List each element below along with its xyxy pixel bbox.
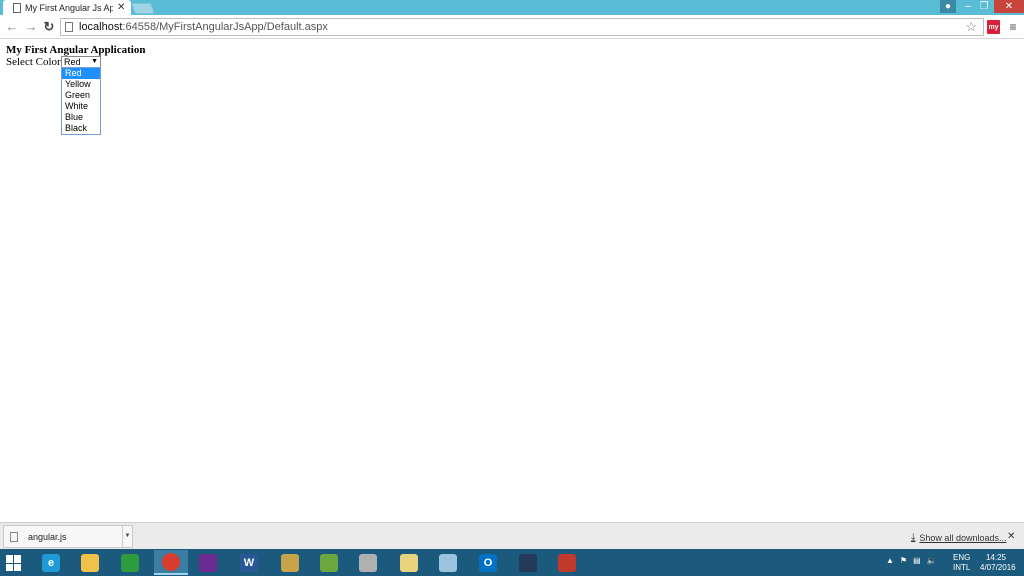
url-text[interactable]: localhost:64558/MyFirstAngularJsApp/Defa…	[79, 21, 328, 33]
system-tray: ▲ ⚑ ▤ 🔈	[886, 556, 943, 565]
url-path: :64558/MyFirstAngularJsApp/Default.aspx	[122, 21, 328, 33]
option-blue[interactable]: Blue	[62, 112, 100, 123]
option-white[interactable]: White	[62, 101, 100, 112]
close-icon[interactable]: ✕	[1007, 531, 1015, 542]
clock-time: 14:25	[985, 553, 1007, 562]
search-tool-icon	[359, 553, 377, 572]
network-icon[interactable]: ▤	[913, 556, 921, 565]
menu-icon[interactable]: ≡	[1007, 20, 1019, 34]
new-tab-button[interactable]	[130, 3, 156, 14]
store-icon	[121, 553, 139, 572]
selected-value: Red	[64, 57, 81, 67]
taskbar-app-notes[interactable]	[431, 550, 465, 575]
taskbar-app-paint[interactable]	[312, 550, 346, 575]
taskbar-app-search-tool[interactable]	[351, 550, 385, 575]
language-indicator[interactable]: ENG INTL	[953, 553, 970, 573]
back-arrow-icon[interactable]: ←	[4, 19, 20, 35]
taskbar-app-visual-studio[interactable]	[191, 550, 225, 575]
taskbar-app-app-dark[interactable]	[511, 550, 545, 575]
outlook-icon: O	[479, 553, 497, 572]
page-title: My First Angular Application	[6, 44, 146, 56]
url-host: localhost	[79, 21, 123, 33]
taskbar: eWO	[0, 549, 1024, 576]
close-icon[interactable]: ✕	[117, 2, 125, 13]
select-color-label: Select Color:	[6, 56, 64, 68]
option-yellow[interactable]: Yellow	[62, 79, 100, 90]
browser-titlebar: My First Angular Js Applic ✕ ● – ❐ ✕	[0, 0, 1024, 15]
app-dark-icon	[519, 553, 537, 572]
window-close-button[interactable]: ✕	[994, 0, 1024, 13]
taskbar-app-outlook[interactable]: O	[471, 550, 505, 575]
show-all-downloads-link[interactable]: ⤓ Show all downloads...	[911, 532, 1006, 543]
page-content: My First Angular Application Select Colo…	[0, 40, 1024, 522]
word-icon: W	[240, 553, 258, 572]
chrome-icon	[162, 552, 180, 571]
visual-studio-icon	[199, 553, 217, 572]
tab-title: My First Angular Js Applic	[25, 2, 113, 13]
taskbar-app-app-red[interactable]	[550, 550, 584, 575]
download-file-name: angular.js	[28, 531, 67, 542]
chevron-up-icon[interactable]: ▲	[886, 556, 894, 565]
internet-explorer-icon: e	[42, 553, 60, 572]
dropdown-arrow-icon[interactable]: ▼	[91, 57, 98, 67]
volume-icon[interactable]: 🔈	[927, 556, 937, 565]
taskbar-app-tools[interactable]	[273, 550, 307, 575]
forward-arrow-icon[interactable]: →	[23, 19, 39, 35]
color-options-list: Red Yellow Green White Blue Black	[61, 67, 101, 135]
chevron-down-icon[interactable]: ▼	[122, 526, 132, 547]
restore-button[interactable]: ❐	[976, 0, 992, 13]
flag-icon[interactable]: ⚑	[900, 556, 907, 565]
tools-icon	[281, 553, 299, 572]
minimize-button[interactable]: –	[960, 0, 976, 13]
page-icon	[13, 2, 21, 13]
option-black[interactable]: Black	[62, 123, 100, 134]
show-all-label: Show all downloads...	[919, 532, 1007, 543]
clock[interactable]: 14:25 4/07/2016	[980, 553, 1016, 573]
browser-toolbar: ← → ↻ localhost:64558/MyFirstAngularJsAp…	[0, 15, 1024, 39]
taskbar-app-chrome[interactable]	[154, 550, 188, 575]
file-icon	[10, 531, 18, 542]
taskbar-app-word[interactable]: W	[232, 550, 266, 575]
download-bar: angular.js ▼ ⤓ Show all downloads... ✕	[0, 522, 1024, 549]
taskbar-app-folder[interactable]	[392, 550, 426, 575]
download-icon: ⤓	[911, 532, 916, 543]
paint-icon	[320, 553, 338, 572]
taskbar-app-file-explorer[interactable]	[73, 550, 107, 575]
app-red-icon	[558, 553, 576, 572]
user-icon[interactable]: ●	[940, 0, 956, 13]
address-bar[interactable]: localhost:64558/MyFirstAngularJsApp/Defa…	[60, 18, 984, 36]
taskbar-app-internet-explorer[interactable]: e	[34, 550, 68, 575]
file-explorer-icon	[81, 553, 99, 572]
browser-tab[interactable]: My First Angular Js Applic ✕	[3, 0, 131, 15]
keyboard-layout: INTL	[953, 563, 971, 572]
page-icon	[65, 22, 73, 32]
taskbar-app-store[interactable]	[113, 550, 147, 575]
notes-icon	[439, 553, 457, 572]
download-item[interactable]: angular.js ▼	[3, 525, 133, 548]
option-green[interactable]: Green	[62, 90, 100, 101]
language-code: ENG	[953, 553, 971, 562]
clock-date: 4/07/2016	[980, 563, 1016, 572]
folder-icon	[400, 553, 418, 572]
option-red[interactable]: Red	[62, 68, 100, 79]
windows-start-icon[interactable]	[6, 555, 22, 571]
extension-icon[interactable]: my	[987, 20, 1000, 34]
reload-icon[interactable]: ↻	[41, 19, 57, 35]
bookmark-star-icon[interactable]: ☆	[965, 19, 977, 35]
